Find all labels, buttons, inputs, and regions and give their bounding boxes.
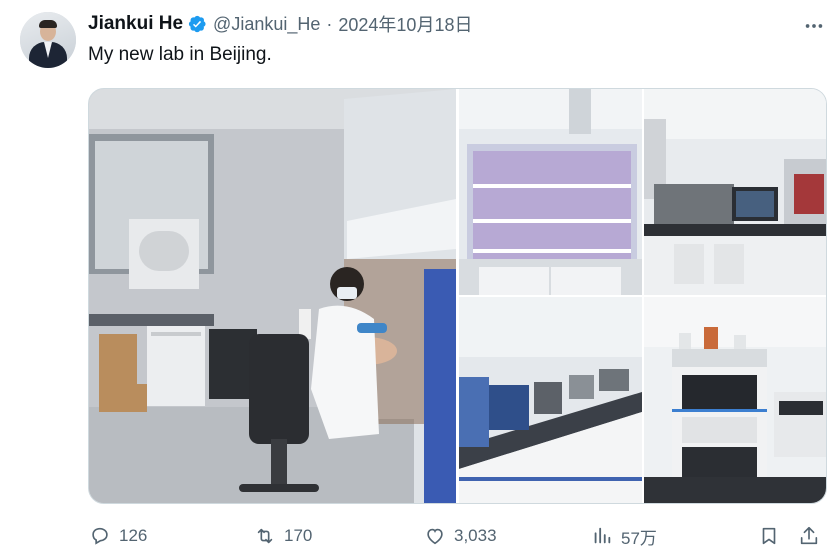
heart-icon [427, 528, 443, 545]
reply-count: 126 [119, 526, 148, 545]
retweet-arrows-icon [257, 528, 273, 544]
author-name[interactable]: Jiankui He [88, 13, 183, 35]
retweet-count: 170 [284, 526, 313, 545]
tweet-date[interactable]: 2024年10月18日 [338, 11, 472, 37]
verified-badge-icon [188, 15, 206, 33]
like-button[interactable]: 3,033 [424, 520, 497, 552]
like-count: 3,033 [454, 526, 497, 545]
views-count: 57万 [621, 528, 657, 548]
bookmark-icon [762, 527, 776, 545]
lab-photo-researcher[interactable] [89, 89, 456, 503]
tweet-card[interactable]: Jiankui He @Jiankui_He · 2024年10月18日 My … [0, 0, 838, 558]
bookmark-button[interactable] [758, 520, 780, 552]
lab-photo-hplc[interactable] [644, 297, 826, 503]
retweet-button[interactable]: 170 [254, 520, 312, 552]
media-grid [88, 88, 827, 504]
share-upload-icon [800, 526, 818, 545]
share-button[interactable] [798, 520, 820, 552]
views-button[interactable]: 57万 [591, 520, 657, 552]
reply-button[interactable]: 126 [89, 520, 147, 552]
tweet-text: My new lab in Beijing. [88, 44, 272, 65]
more-horizontal-icon[interactable] [802, 14, 826, 38]
lab-photo-shelving[interactable] [459, 89, 642, 295]
separator-dot: · [326, 13, 333, 34]
bar-chart-icon [594, 527, 611, 544]
author-handle[interactable]: @Jiankui_He [213, 14, 320, 35]
avatar[interactable] [20, 12, 76, 68]
lab-photo-long-bench[interactable] [459, 297, 642, 503]
tweet-header: Jiankui He @Jiankui_He · 2024年10月18日 [88, 11, 472, 37]
lab-photo-bench-computer[interactable] [644, 89, 826, 295]
speech-bubble-icon [92, 527, 108, 545]
